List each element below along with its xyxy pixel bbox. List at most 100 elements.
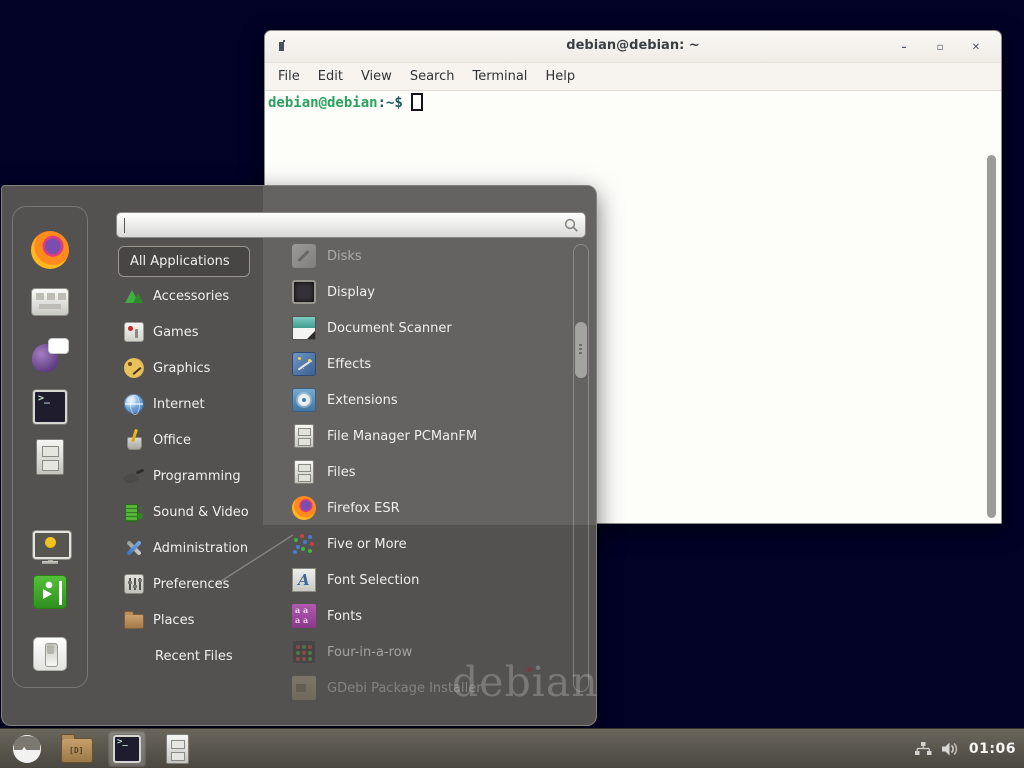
category-office[interactable]: Office (118, 422, 290, 458)
app-label: Fonts (327, 609, 362, 624)
document-scanner-icon (292, 316, 316, 340)
accessories-icon (124, 286, 144, 306)
category-recent-files[interactable]: Recent Files (118, 638, 290, 674)
terminal-scrollbar[interactable] (985, 154, 998, 519)
terminal-launcher[interactable] (108, 731, 146, 767)
app-item-effects[interactable]: Effects (290, 346, 570, 382)
disks-icon (292, 244, 316, 268)
lock-screen-button[interactable] (31, 528, 69, 570)
search-icon (563, 217, 580, 234)
terminal-lg-icon (33, 390, 67, 424)
app-label: Extensions (327, 393, 398, 408)
category-label: Graphics (153, 361, 210, 376)
font-selection-icon (292, 568, 316, 592)
category-internet[interactable]: Internet (118, 386, 290, 422)
app-item-extensions[interactable]: Extensions (290, 382, 570, 418)
category-label: Recent Files (155, 649, 233, 664)
app-label: Five or More (327, 537, 407, 552)
window-title: debian@debian: ~ (265, 38, 1001, 53)
pidgin-favorite[interactable] (31, 336, 69, 378)
category-administration[interactable]: Administration (118, 530, 290, 566)
app-list-scrollbar[interactable] (573, 244, 589, 692)
places-icon (124, 614, 144, 629)
app-item-fonts[interactable]: Fonts (290, 598, 570, 634)
minimize-button[interactable]: – (897, 42, 911, 53)
category-label: Internet (153, 397, 205, 412)
app-item-four-in-a-row[interactable]: Four-in-a-row (290, 634, 570, 670)
files-launcher[interactable] (158, 731, 196, 767)
close-button[interactable]: ✕ (969, 42, 983, 53)
keyboard-favorite[interactable] (31, 283, 69, 320)
sound-video-icon (124, 502, 144, 522)
programming-icon (124, 466, 144, 486)
file-cabinet-icon (294, 460, 314, 484)
prompt-suffix: :~$ (378, 95, 403, 111)
category-sound-video[interactable]: Sound & Video (118, 494, 290, 530)
category-programming[interactable]: Programming (118, 458, 290, 494)
maximize-button[interactable]: ▫ (933, 42, 947, 53)
file-manager-favorite[interactable] (31, 438, 69, 480)
search-box[interactable] (116, 212, 586, 238)
category-games[interactable]: Games (118, 314, 290, 350)
terminal-menu-view[interactable]: View (352, 65, 401, 88)
application-list: Disks DisplayDocument ScannerEffects Exten… (290, 238, 570, 706)
four-in-a-row-icon (292, 640, 316, 664)
search-input[interactable] (125, 215, 559, 235)
category-places[interactable]: Places (118, 602, 290, 638)
app-label: Font Selection (327, 573, 419, 588)
terminal-sm-icon (113, 735, 141, 763)
logout-button[interactable] (31, 573, 69, 615)
category-label: Games (153, 325, 198, 340)
terminal-menu-terminal[interactable]: Terminal (463, 65, 536, 88)
administration-icon (124, 538, 144, 558)
terminal-prompt: debian@debian:~$ (268, 93, 423, 111)
terminal-favorite[interactable] (31, 388, 69, 430)
app-item-gdebi-package-installer[interactable]: GDebi Package Installer (290, 670, 570, 706)
app-item-firefox-esr[interactable]: Firefox ESR (290, 490, 570, 526)
cabinet-lg-icon (36, 439, 64, 475)
internet-icon (124, 394, 144, 414)
app-item-disks[interactable]: Disks (290, 238, 570, 274)
category-label: Places (153, 613, 194, 628)
volume-icon[interactable] (941, 741, 960, 757)
app-label: File Manager PCManFM (327, 429, 477, 444)
terminal-menu-search[interactable]: Search (401, 65, 464, 88)
file-manager-launcher[interactable] (58, 731, 96, 767)
desktop: { "colors": { "wallpaper": "#010226", "m… (0, 0, 1024, 768)
terminal-titlebar[interactable]: debian@debian: ~ – ▫ ✕ (265, 31, 1001, 63)
shutdown-button[interactable] (31, 635, 69, 677)
app-item-file-manager-pcmanfm[interactable]: File Manager PCManFM (290, 418, 570, 454)
terminal-menu-edit[interactable]: Edit (309, 65, 352, 88)
effects-icon (292, 352, 316, 376)
taskbar: 01:06 (0, 728, 1024, 768)
category-all-applications[interactable]: All Applications (118, 246, 250, 277)
terminal-scrollbar-thumb[interactable] (987, 155, 996, 518)
app-item-display[interactable]: Display (290, 274, 570, 310)
category-graphics[interactable]: Graphics (118, 350, 290, 386)
terminal-menubar: FileEditViewSearchTerminalHelp (265, 63, 1001, 91)
app-label: Disks (327, 249, 362, 264)
app-item-font-selection[interactable]: Font Selection (290, 562, 570, 598)
category-preferences[interactable]: Preferences (118, 566, 290, 602)
category-label: Sound & Video (153, 505, 249, 520)
five-or-more-icon (292, 532, 316, 556)
category-accessories[interactable]: Accessories (118, 278, 290, 314)
menu-circle-icon (13, 735, 41, 763)
app-item-five-or-more[interactable]: Five or More (290, 526, 570, 562)
app-item-files[interactable]: Files (290, 454, 570, 490)
gdebi-icon (292, 676, 316, 700)
category-label: All Applications (130, 254, 230, 269)
prompt-user-host: debian@debian (268, 95, 378, 111)
folder-d-icon (61, 738, 93, 763)
terminal-menu-file[interactable]: File (269, 65, 309, 88)
keyboard-icon (31, 288, 69, 316)
network-icon[interactable] (914, 741, 932, 757)
firefox-icon (292, 496, 316, 520)
menu-button[interactable] (8, 731, 46, 767)
lock-screen-icon (31, 528, 69, 566)
firefox-favorite[interactable] (31, 231, 69, 273)
app-list-scrollbar-thumb[interactable] (575, 322, 587, 378)
terminal-menu-help[interactable]: Help (536, 65, 584, 88)
app-item-document-scanner[interactable]: Document Scanner (290, 310, 570, 346)
extensions-icon (292, 388, 316, 412)
